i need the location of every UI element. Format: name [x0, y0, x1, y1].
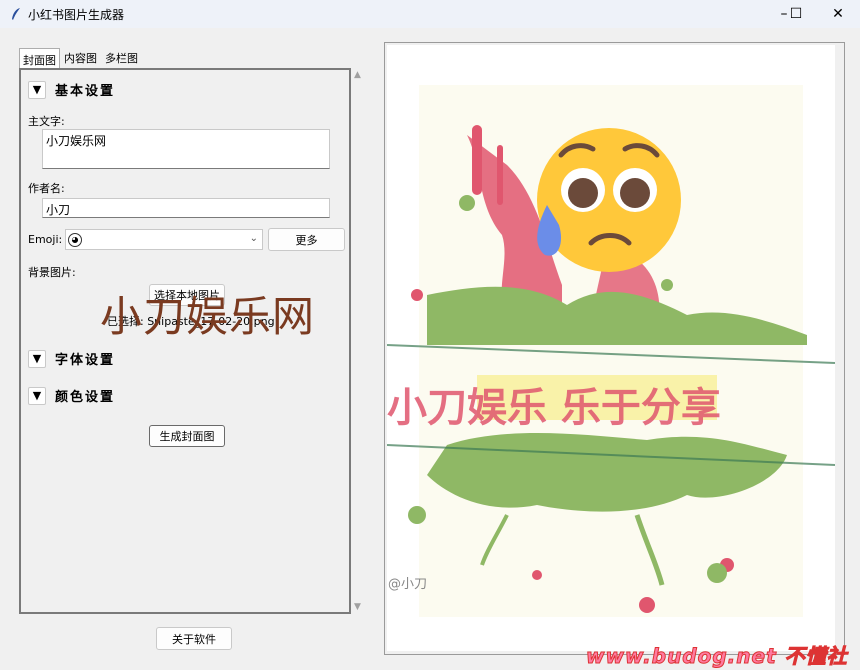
font-settings-title: 字体设置	[55, 353, 116, 368]
emoji-select[interactable]: ◕ ⌄	[65, 229, 263, 250]
font-settings-toggle[interactable]: ▼	[28, 349, 46, 368]
maximize-button[interactable]: ☐	[776, 0, 816, 28]
cover-preview-canvas: 小刀娱乐 乐于分享	[387, 45, 835, 651]
settings-scrollbar[interactable]: ▲ ▼	[352, 68, 366, 614]
emoji-label: Emoji:	[28, 233, 63, 246]
banner-text: 小刀娱乐 乐于分享	[387, 385, 721, 431]
tab-content[interactable]: 内容图	[60, 47, 101, 69]
emoji-face-icon: ◕	[68, 232, 82, 247]
feather-icon	[12, 8, 20, 20]
main-text-input[interactable]: 小刀娱乐网	[42, 129, 330, 169]
about-button[interactable]: 关于软件	[156, 627, 232, 650]
basic-settings-header: ▼ 基本设置	[28, 80, 115, 99]
basic-settings-title: 基本设置	[55, 84, 116, 99]
color-settings-toggle[interactable]: ▼	[28, 386, 46, 405]
cover-main-title: 小刀娱乐网	[100, 292, 316, 341]
more-emoji-button[interactable]: 更多	[268, 228, 345, 251]
tab-cover[interactable]: 封面图	[19, 48, 60, 69]
cover-author-text: @小刀	[388, 577, 428, 592]
color-settings-header: ▼ 颜色设置	[28, 386, 115, 405]
basic-settings-toggle[interactable]: ▼	[28, 80, 46, 99]
color-settings-title: 颜色设置	[55, 390, 116, 405]
window-title: 小红书图片生成器	[28, 8, 125, 22]
generate-cover-button[interactable]: 生成封面图	[149, 425, 225, 447]
scroll-down-arrow-icon[interactable]: ▼	[354, 602, 361, 612]
tab-multi-column[interactable]: 多栏图	[101, 47, 142, 69]
site-watermark: www.budog.net 不懂社区	[586, 644, 848, 669]
background-image-label: 背景图片:	[28, 266, 76, 279]
close-button[interactable]: ✕	[818, 0, 858, 28]
preview-frame: 小刀娱乐 乐于分享	[384, 42, 845, 655]
splash-artwork	[387, 125, 835, 613]
author-input[interactable]: 小刀	[42, 198, 330, 218]
author-label: 作者名:	[28, 182, 65, 195]
chevron-down-icon: ⌄	[249, 233, 258, 244]
font-settings-header: ▼ 字体设置	[28, 349, 115, 368]
tab-strip: 封面图 内容图 多栏图	[19, 47, 142, 69]
title-bar: 小红书图片生成器 – ☐ ✕	[0, 0, 860, 28]
scroll-up-arrow-icon[interactable]: ▲	[354, 70, 361, 80]
main-text-label: 主文字:	[28, 115, 65, 128]
